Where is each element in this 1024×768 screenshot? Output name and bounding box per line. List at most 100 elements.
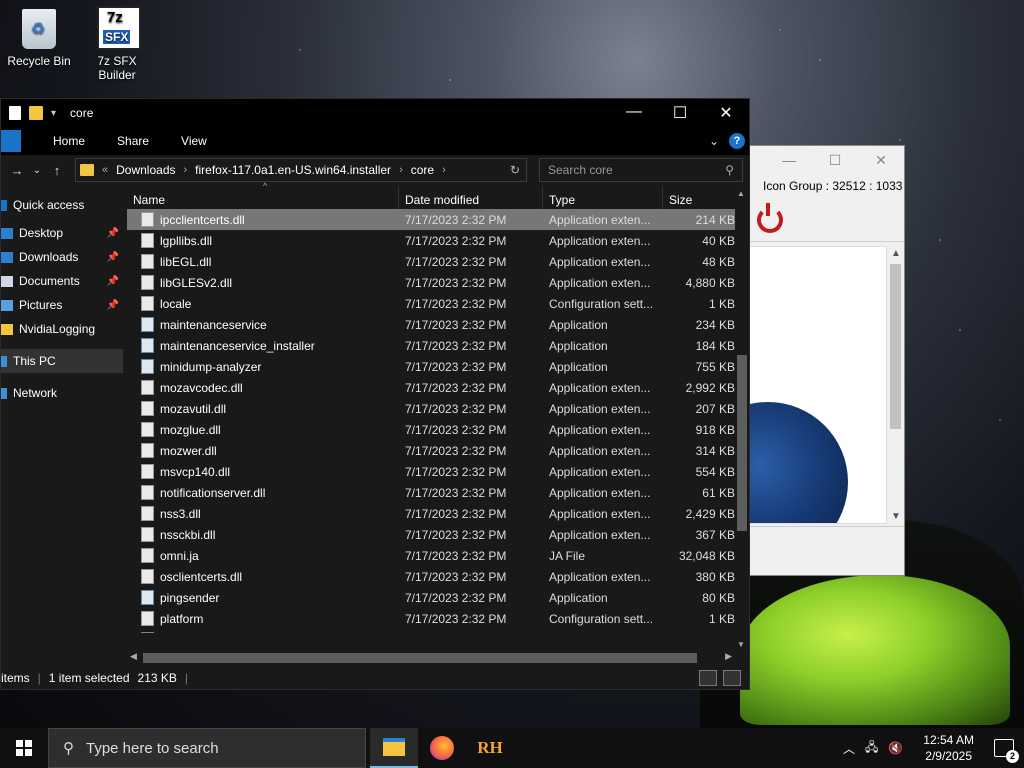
nav-downloads[interactable]: Downloads 📌 [1, 245, 123, 269]
table-row[interactable]: mozwer.dll 7/17/2023 2:32 PM Application e… [127, 440, 737, 461]
taskbar-resource-hacker[interactable]: RH [466, 728, 514, 768]
file-name: omni.ja [160, 548, 199, 563]
breadcrumb-installer[interactable]: firefox-117.0a1.en-US.win64.installer [195, 163, 391, 177]
network-icon[interactable]: 🖧 [865, 738, 878, 759]
minimize-button[interactable]: — [766, 152, 812, 168]
network-icon [1, 387, 7, 399]
file-tab[interactable] [1, 130, 21, 152]
file-date: 7/17/2023 2:32 PM [405, 590, 507, 605]
scroll-down-icon[interactable]: ▼ [737, 640, 745, 649]
maximize-button[interactable]: ☐ [812, 152, 858, 169]
overflow-chevron[interactable]: « [102, 164, 108, 176]
table-row[interactable]: minidump-analyzer 7/17/2023 2:32 PM Applic… [127, 356, 737, 377]
table-row[interactable]: pingsender 7/17/2023 2:32 PM Application 80… [127, 587, 737, 608]
breadcrumb-downloads[interactable]: Downloads [116, 163, 175, 177]
address-bar[interactable]: « Downloads › firefox-117.0a1.en-US.win6… [75, 158, 527, 182]
nav-label: Documents [19, 274, 80, 288]
scroll-down-icon[interactable]: ▼ [891, 511, 901, 522]
expand-ribbon-icon[interactable]: ⌄ [709, 134, 719, 148]
scroll-left-icon[interactable]: ◀ [130, 651, 137, 662]
icon-preview [747, 246, 887, 524]
vertical-scrollbar[interactable]: ▲ ▼ [735, 187, 749, 651]
table-row[interactable]: ipcclientcerts.dll 7/17/2023 2:32 PM Appli… [127, 209, 737, 230]
start-button[interactable] [0, 728, 48, 768]
download-icon [1, 251, 13, 263]
horizontal-scrollbar[interactable]: ◀ ▶ [127, 651, 735, 665]
tab-share[interactable]: Share [101, 134, 165, 148]
table-row[interactable]: locale 7/17/2023 2:32 PM Configuration set… [127, 293, 737, 314]
recent-locations-icon[interactable]: ⌄ [27, 165, 47, 176]
scrollbar-thumb[interactable] [737, 355, 747, 531]
nav-nvidialogging[interactable]: NvidiaLogging [1, 317, 123, 341]
table-row[interactable]: mozglue.dll 7/17/2023 2:32 PM Application … [127, 419, 737, 440]
taskbar-file-explorer[interactable] [370, 728, 418, 768]
nav-quick-access[interactable]: Quick access [1, 189, 123, 221]
table-row[interactable]: mozavcodec.dll 7/17/2023 2:32 PM Applicati… [127, 377, 737, 398]
details-view-button[interactable] [699, 670, 717, 686]
nav-pictures[interactable]: Pictures 📌 [1, 293, 123, 317]
show-hidden-icons[interactable]: ︿ [843, 740, 855, 757]
desktop-icon-7z-sfx-builder[interactable]: 7z SFX Builder [79, 6, 155, 82]
notification-icon[interactable]: 2 [994, 739, 1019, 763]
file-date: 7/17/2023 2:32 PM [405, 443, 507, 458]
scroll-up-icon[interactable]: ▲ [891, 248, 901, 259]
file-name: lgpllibs.dll [160, 233, 213, 248]
close-button[interactable]: ✕ [703, 103, 749, 123]
taskbar-search[interactable]: ⚲ Type here to search [48, 728, 366, 768]
minimize-button[interactable]: — [611, 103, 657, 123]
nav-desktop[interactable]: Desktop 📌 [1, 221, 123, 245]
pictures-icon [1, 299, 13, 311]
table-row[interactable]: libEGL.dll 7/17/2023 2:32 PM Application e… [127, 251, 737, 272]
up-icon[interactable]: ↑ [47, 163, 67, 178]
properties-icon[interactable] [9, 106, 21, 120]
tab-view[interactable]: View [165, 134, 223, 148]
file-size: 184 KB [695, 338, 735, 353]
vertical-scrollbar[interactable]: ▲ ▼ [886, 246, 904, 524]
chevron-right-icon[interactable]: › [184, 164, 188, 176]
table-row[interactable]: nssckbi.dll 7/17/2023 2:32 PM Application … [127, 524, 737, 545]
back-icon[interactable]: → [7, 163, 27, 178]
scroll-right-icon[interactable]: ▶ [725, 651, 732, 662]
table-row[interactable]: nss3.dll 7/17/2023 2:32 PM Application ext… [127, 503, 737, 524]
scrollbar-thumb[interactable] [143, 653, 697, 663]
table-row[interactable]: osclientcerts.dll 7/17/2023 2:32 PM Applic… [127, 566, 737, 587]
search-input[interactable]: Search core ⚲ [539, 158, 743, 182]
close-button[interactable]: ✕ [858, 152, 904, 169]
clock[interactable]: 12:54 AM 2/9/2025 [923, 732, 974, 764]
help-icon[interactable]: ? [729, 133, 745, 149]
volume-muted-icon[interactable]: 🔇 [888, 741, 903, 755]
power-icon[interactable] [757, 202, 783, 233]
taskbar-firefox[interactable] [418, 728, 466, 768]
refresh-icon[interactable]: ↻ [504, 163, 526, 177]
table-row[interactable]: mozavutil.dll 7/17/2023 2:32 PM Applicatio… [127, 398, 737, 419]
nav-documents[interactable]: Documents 📌 [1, 269, 123, 293]
table-row[interactable]: notificationserver.dll 7/17/2023 2:32 PM A… [127, 482, 737, 503]
7z-sfx-icon [97, 6, 141, 50]
scroll-up-icon[interactable]: ▲ [737, 189, 745, 198]
file-explorer-window: ▾ core — ☐ ✕ Home Share View ⌄ ? → ⌄ ↑ «… [0, 98, 750, 690]
maximize-button[interactable]: ☐ [657, 103, 703, 123]
table-row[interactable]: maintenanceservice 7/17/2023 2:32 PM Appli… [127, 314, 737, 335]
chevron-right-icon[interactable]: › [399, 164, 403, 176]
table-row[interactable]: lgpllibs.dll 7/17/2023 2:32 PM Application… [127, 230, 737, 251]
scrollbar-thumb[interactable] [890, 264, 901, 429]
chevron-right-icon[interactable]: › [442, 164, 446, 176]
file-size: 40 KB [702, 233, 735, 248]
customize-toolbar-icon[interactable]: ▾ [51, 108, 56, 119]
nav-network[interactable]: Network [1, 381, 123, 405]
tab-home[interactable]: Home [37, 134, 101, 148]
breadcrumb-core[interactable]: core [411, 163, 434, 177]
desktop-icon-recycle-bin[interactable]: Recycle Bin [1, 6, 77, 68]
file-type: Application exten... [549, 485, 651, 500]
file-name: maintenanceservice [160, 317, 267, 332]
large-icons-view-button[interactable] [723, 670, 741, 686]
table-row[interactable]: platform 7/17/2023 2:32 PM Configuration s… [127, 608, 737, 629]
table-row[interactable]: msvcp140.dll 7/17/2023 2:32 PM Application… [127, 461, 737, 482]
nav-this-pc[interactable]: This PC [1, 349, 123, 373]
file-icon [141, 254, 154, 269]
new-folder-icon[interactable] [29, 106, 43, 120]
table-row[interactable]: plugin-container 7/17/2023 2:32 PMApplica… [127, 629, 737, 633]
table-row[interactable]: omni.ja 7/17/2023 2:32 PM JA File 32,048 KB [127, 545, 737, 566]
table-row[interactable]: maintenanceservice_installer 7/17/2023 2:… [127, 335, 737, 356]
table-row[interactable]: libGLESv2.dll 7/17/2023 2:32 PM Applicatio… [127, 272, 737, 293]
